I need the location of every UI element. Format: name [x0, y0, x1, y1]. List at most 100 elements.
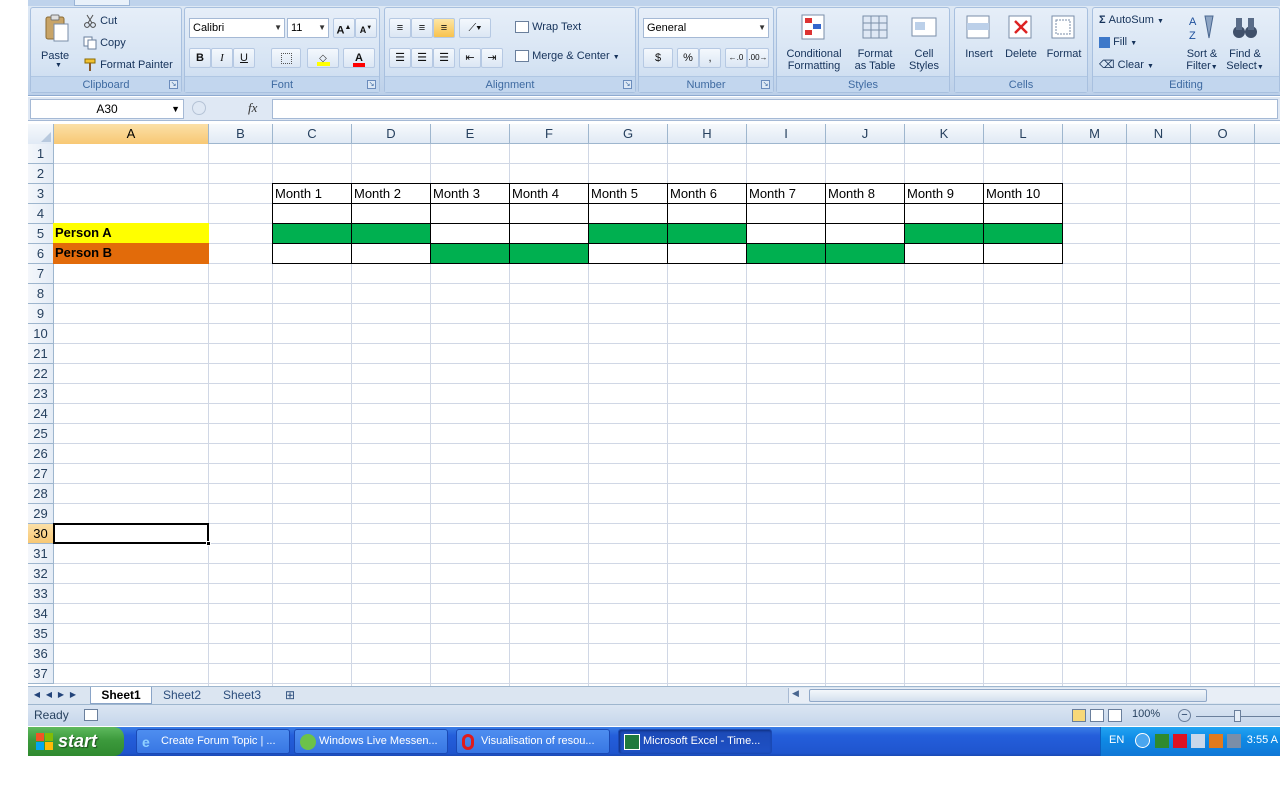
column-header-c[interactable]: C [273, 124, 352, 144]
font-launcher-icon[interactable]: ↘ [367, 80, 376, 89]
next-sheet-icon[interactable]: ▶ [56, 689, 66, 701]
start-button[interactable]: start [28, 727, 124, 756]
row-header-30[interactable]: 30 [28, 524, 54, 544]
cell-allocation-person-a[interactable] [667, 223, 747, 244]
sheet-tab-sheet3[interactable]: Sheet3 [214, 687, 270, 704]
cell-allocation-person-b[interactable] [351, 243, 431, 264]
cell-allocation-person-b[interactable] [825, 243, 905, 264]
format-as-table-button[interactable]: Format as Table [849, 10, 901, 74]
cell-allocation-person-a[interactable] [509, 223, 589, 244]
task-browser[interactable]: e Create Forum Topic | ... [136, 729, 290, 754]
clock[interactable]: 3:55 A [1247, 734, 1278, 746]
copy-button[interactable]: Copy [83, 36, 126, 50]
borders-button[interactable] [271, 48, 301, 68]
cell-allocation-person-b[interactable] [746, 243, 826, 264]
column-header-e[interactable]: E [431, 124, 510, 144]
cell-person-b[interactable]: Person B [53, 243, 209, 264]
select-all-button[interactable] [28, 124, 54, 144]
cell-allocation-person-b[interactable] [667, 243, 747, 264]
paste-button[interactable]: Paste ▼ [35, 10, 79, 70]
cell-allocation-person-a[interactable] [272, 223, 352, 244]
row-header-3[interactable]: 3 [28, 184, 54, 204]
active-cell[interactable] [53, 523, 211, 546]
cell-styles-button[interactable]: Cell Styles [901, 10, 947, 74]
task-opera[interactable]: Visualisation of resou... [456, 729, 610, 754]
zoom-thumb[interactable] [1234, 710, 1241, 722]
grow-font-button[interactable]: A▲ [333, 18, 355, 38]
number-format-select[interactable]: General ▼ [643, 18, 769, 38]
column-header-g[interactable]: G [589, 124, 668, 144]
last-sheet-icon[interactable]: ▶ [68, 689, 78, 701]
column-header-j[interactable]: J [826, 124, 905, 144]
sheet-tab-sheet2[interactable]: Sheet2 [154, 687, 210, 704]
cell-month-header[interactable]: Month 2 [351, 183, 431, 204]
row-header-22[interactable]: 22 [28, 364, 54, 384]
row-header-4[interactable]: 4 [28, 204, 54, 224]
worksheet-grid[interactable]: ABCDEFGHIJKLMNO 1 2 3 4 5 6 7 8 9 10 21 22 23 24 25 26 2… [28, 124, 1280, 686]
cell-empty[interactable] [272, 203, 352, 224]
cell-month-header[interactable]: Month 1 [272, 183, 352, 204]
cell-empty[interactable] [351, 203, 431, 224]
row-header-35[interactable]: 35 [28, 624, 54, 644]
prev-sheet-icon[interactable]: ◀ [44, 689, 54, 701]
cell-empty[interactable] [983, 203, 1063, 224]
column-header-h[interactable]: H [668, 124, 747, 144]
autosum-button[interactable]: Σ AutoSum ▼ [1099, 14, 1164, 26]
cell-month-header[interactable]: Month 8 [825, 183, 905, 204]
cell-empty[interactable] [825, 203, 905, 224]
cell-empty[interactable] [509, 203, 589, 224]
delete-button[interactable]: Delete [1001, 10, 1041, 74]
column-header-d[interactable]: D [352, 124, 431, 144]
cell-empty[interactable] [667, 203, 747, 224]
formula-input[interactable] [272, 99, 1278, 119]
align-bottom-button[interactable]: ≡ [433, 18, 455, 38]
cell-allocation-person-b[interactable] [588, 243, 668, 264]
macro-record-icon[interactable] [84, 709, 98, 721]
decrease-decimal-button[interactable]: .00→ [747, 48, 769, 68]
horizontal-scrollbar[interactable]: ◀ [788, 688, 1280, 703]
comma-button[interactable]: , [699, 48, 721, 68]
sort-filter-button[interactable]: AZ Sort & Filter▼ [1181, 10, 1223, 74]
name-box[interactable]: A30 ▼ [30, 99, 184, 119]
row-header-24[interactable]: 24 [28, 404, 54, 424]
cell-month-header[interactable]: Month 10 [983, 183, 1063, 204]
tray-icon-antivirus[interactable] [1173, 734, 1187, 748]
insert-button[interactable]: Insert [959, 10, 999, 74]
clear-button[interactable]: ⌫ Clear ▼ [1099, 58, 1154, 71]
tray-icon-volume[interactable] [1191, 734, 1205, 748]
cell-empty[interactable] [588, 203, 668, 224]
cancel-icon[interactable] [192, 101, 206, 115]
cell-allocation-person-b[interactable] [430, 243, 510, 264]
align-right-button[interactable]: ☰ [433, 48, 455, 68]
cell-allocation-person-a[interactable] [351, 223, 431, 244]
font-color-button[interactable]: A [343, 48, 375, 68]
column-header-m[interactable]: M [1063, 124, 1127, 144]
row-header-34[interactable]: 34 [28, 604, 54, 624]
fill-handle[interactable] [206, 541, 211, 546]
orientation-button[interactable]: ⟋▾ [459, 18, 491, 38]
cell-person-a[interactable]: Person A [53, 223, 209, 244]
horizontal-scroll-thumb[interactable] [809, 689, 1207, 702]
increase-decimal-button[interactable]: ←.0 [725, 48, 747, 68]
cell-allocation-person-b[interactable] [904, 243, 984, 264]
conditional-formatting-button[interactable]: Conditional Formatting [781, 10, 847, 74]
cell-month-header[interactable]: Month 6 [667, 183, 747, 204]
zoom-slider[interactable]: − [1178, 709, 1280, 722]
find-select-button[interactable]: Find & Select▼ [1223, 10, 1267, 74]
insert-function-icon[interactable]: fx [248, 100, 257, 116]
row-header-1[interactable]: 1 [28, 144, 54, 164]
cell-month-header[interactable]: Month 7 [746, 183, 826, 204]
row-header-32[interactable]: 32 [28, 564, 54, 584]
increase-indent-button[interactable]: ⇥ [481, 48, 503, 68]
cell-allocation-person-a[interactable] [825, 223, 905, 244]
task-excel[interactable]: Microsoft Excel - Time... [618, 729, 772, 754]
zoom-level[interactable]: 100% [1132, 708, 1160, 720]
cut-button[interactable]: Cut [83, 14, 117, 28]
row-header-9[interactable]: 9 [28, 304, 54, 324]
column-header-f[interactable]: F [510, 124, 589, 144]
cell-month-header[interactable]: Month 5 [588, 183, 668, 204]
font-size-select[interactable]: 11 ▼ [287, 18, 329, 38]
language-indicator[interactable]: EN [1109, 734, 1124, 746]
column-header-l[interactable]: L [984, 124, 1063, 144]
tray-icon-monitor[interactable] [1227, 734, 1241, 748]
